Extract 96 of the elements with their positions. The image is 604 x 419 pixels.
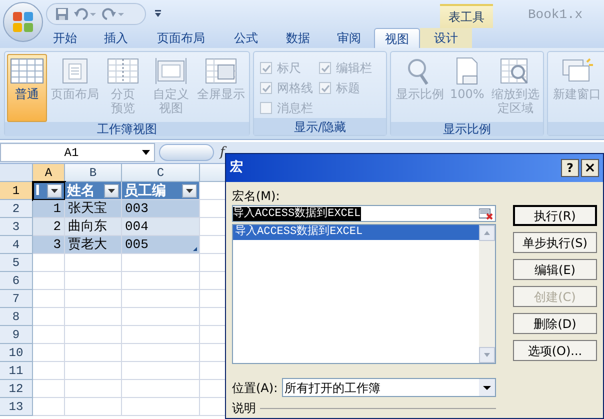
location-dropdown[interactable]: 所有打开的工作簿: [282, 378, 496, 397]
filter-button[interactable]: [47, 184, 62, 198]
select-all-corner[interactable]: [0, 164, 33, 182]
dialog-button[interactable]: 单步执行(S): [513, 232, 597, 253]
column-title: I: [35, 182, 42, 198]
field-label: 宏名(M):: [232, 188, 281, 205]
ribbon-tab[interactable]: 审阅: [324, 28, 374, 48]
empty-cell: [65, 254, 122, 272]
row-header[interactable]: 10: [0, 344, 33, 362]
window-frame-icon: [154, 57, 188, 85]
customize-arrow-icon: [154, 10, 162, 18]
macro-list-item[interactable]: 导入ACCESS数据到EXCEL: [233, 225, 479, 240]
office-button[interactable]: [3, 2, 43, 42]
row-header[interactable]: 6: [0, 272, 33, 290]
macro-name-field[interactable]: 导入ACCESS数据到EXCEL: [232, 205, 496, 222]
redo-icon: [101, 7, 125, 21]
name-box[interactable]: A1: [0, 143, 155, 162]
column-title: 员工编: [124, 182, 167, 198]
collapse-dialog-icon: [479, 208, 493, 220]
ribbon-tab[interactable]: 视图: [374, 28, 420, 48]
row-header[interactable]: 2: [0, 200, 33, 218]
contextual-tab-label: 表工具: [440, 4, 493, 28]
resize-handle-icon: [193, 247, 197, 251]
table-cell: 贾老大: [65, 236, 122, 254]
field-label: 位置(A):: [232, 380, 278, 396]
table-cell: 1: [33, 200, 65, 218]
window-title: Book1.x: [528, 6, 583, 24]
row-header[interactable]: 13: [0, 398, 33, 416]
ribbon-tab[interactable]: 插入: [90, 28, 142, 48]
empty-cell: [65, 398, 122, 416]
scrollbar[interactable]: [479, 225, 495, 363]
scroll-down-icon: [479, 347, 495, 363]
ribbon-tab[interactable]: 设计: [420, 28, 472, 48]
insert-function-button[interactable]: f: [220, 145, 225, 160]
table-cell: 003: [122, 200, 200, 218]
dropdown-arrow-icon: [108, 188, 115, 192]
group-label: 显示/隐藏: [294, 120, 346, 134]
dialog-button[interactable]: 执行(R): [513, 205, 597, 226]
checkbox-label: 编辑栏: [336, 60, 372, 77]
empty-cell: [65, 362, 122, 380]
row-header[interactable]: 3: [0, 218, 33, 236]
table-cell: 3: [33, 236, 65, 254]
table-cell: 张天宝: [65, 200, 122, 218]
empty-cell: [65, 272, 122, 290]
office-logo: [12, 11, 34, 33]
help-button[interactable]: ?: [561, 159, 579, 177]
dropdown-arrow-icon: [142, 150, 150, 155]
column-header[interactable]: B: [65, 164, 122, 182]
column-header[interactable]: A: [33, 164, 65, 182]
row-header[interactable]: 9: [0, 326, 33, 344]
ribbon-tab[interactable]: 公式: [220, 28, 272, 48]
row-header[interactable]: 5: [0, 254, 33, 272]
row-header[interactable]: 1: [0, 182, 33, 200]
dialog-button[interactable]: 选项(O)...: [513, 340, 597, 361]
scroll-up-icon: [479, 225, 495, 241]
filter-button[interactable]: [182, 184, 197, 198]
checkbox-label: 消息栏: [277, 100, 313, 117]
formula-bar-button[interactable]: [159, 144, 214, 161]
group-label: 工作簿视图: [97, 122, 157, 136]
empty-cell: [65, 380, 122, 398]
column-header[interactable]: C: [122, 164, 200, 182]
group-label: 显示比例: [443, 122, 491, 136]
dropdown-arrow-icon: [51, 188, 58, 192]
row-header[interactable]: 12: [0, 380, 33, 398]
page-break-icon: [106, 57, 140, 85]
dropdown-arrow-icon: [186, 188, 193, 192]
checkbox-label: 标尺: [277, 60, 301, 77]
table-cell: 005: [122, 236, 200, 254]
ribbon-tab[interactable]: 开始: [40, 28, 90, 48]
empty-cell: [65, 290, 122, 308]
row-header[interactable]: 8: [0, 308, 33, 326]
empty-cell: [65, 344, 122, 362]
dialog-button[interactable]: 编辑(E): [513, 259, 597, 280]
grid-icon: [10, 57, 44, 85]
ribbon-tab[interactable]: 页面布局: [142, 28, 220, 48]
close-button[interactable]: ×: [581, 159, 599, 177]
full-screen-icon: [204, 57, 238, 85]
empty-cell: [65, 308, 122, 326]
dialog-title: 宏: [230, 158, 243, 178]
empty-cell: [65, 326, 122, 344]
table-cell: 曲向东: [65, 218, 122, 236]
row-header[interactable]: 7: [0, 290, 33, 308]
row-header[interactable]: 4: [0, 236, 33, 254]
table-cell: 2: [33, 218, 65, 236]
undo-icon: [73, 7, 97, 21]
filter-button[interactable]: [104, 184, 119, 198]
row-header[interactable]: 11: [0, 362, 33, 380]
checkbox-label: 网格线: [277, 80, 313, 97]
save-icon: [55, 7, 69, 21]
ribbon-tab[interactable]: 数据: [272, 28, 324, 48]
dialog-button[interactable]: 删除(D): [513, 313, 597, 334]
checkbox-label: 标题: [336, 80, 360, 97]
table-cell: 004: [122, 218, 200, 236]
section-label: 说明: [232, 400, 256, 417]
ribbon-button[interactable]: 普通: [7, 54, 47, 122]
column-title: 姓名: [67, 182, 96, 198]
